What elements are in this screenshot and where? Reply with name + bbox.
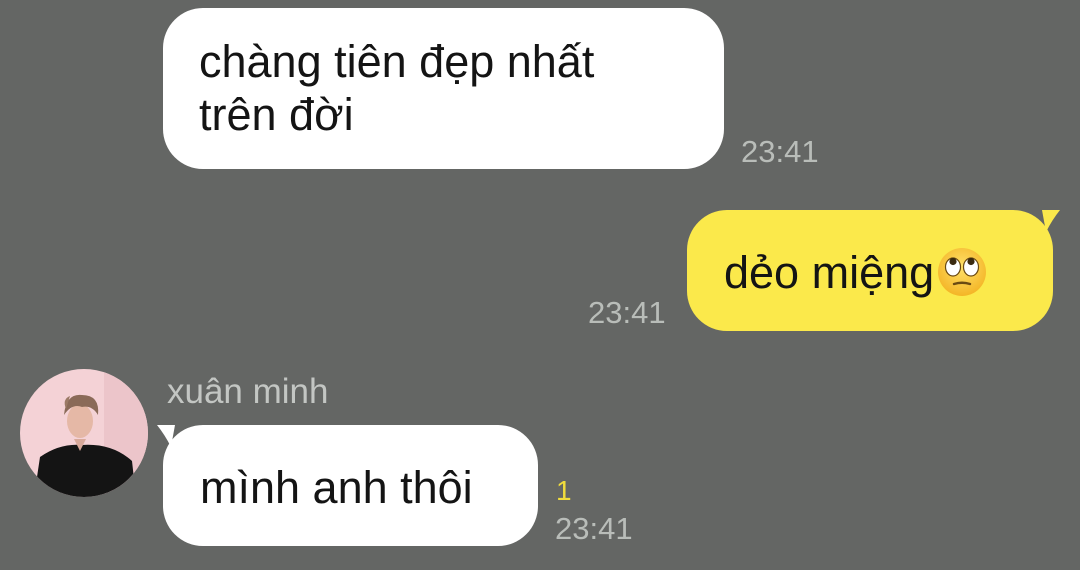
message-text: dẻo miệng (724, 247, 935, 298)
message-bubble-incoming-2[interactable]: mình anh thôi (163, 425, 538, 546)
message-text: mình anh thôi (200, 462, 473, 513)
bubble-tail-outgoing (1042, 210, 1060, 232)
message-timestamp: 23:41 (588, 295, 666, 330)
avatar[interactable] (20, 369, 148, 497)
message-timestamp: 23:41 (741, 134, 819, 169)
message-bubble-incoming-1[interactable]: chàng tiên đẹp nhất trên đời (163, 8, 724, 169)
message-text-line-2: trên đời (199, 89, 354, 140)
message-timestamp: 23:41 (555, 511, 633, 546)
message-text-line-1: chàng tiên đẹp nhất (199, 36, 595, 87)
rolling-eyes-emoji-icon (936, 246, 988, 309)
sender-name: xuân minh (167, 372, 329, 411)
unread-count-badge: 1 (556, 475, 572, 506)
message-bubble-outgoing[interactable]: dẻo miệng (687, 210, 1053, 331)
